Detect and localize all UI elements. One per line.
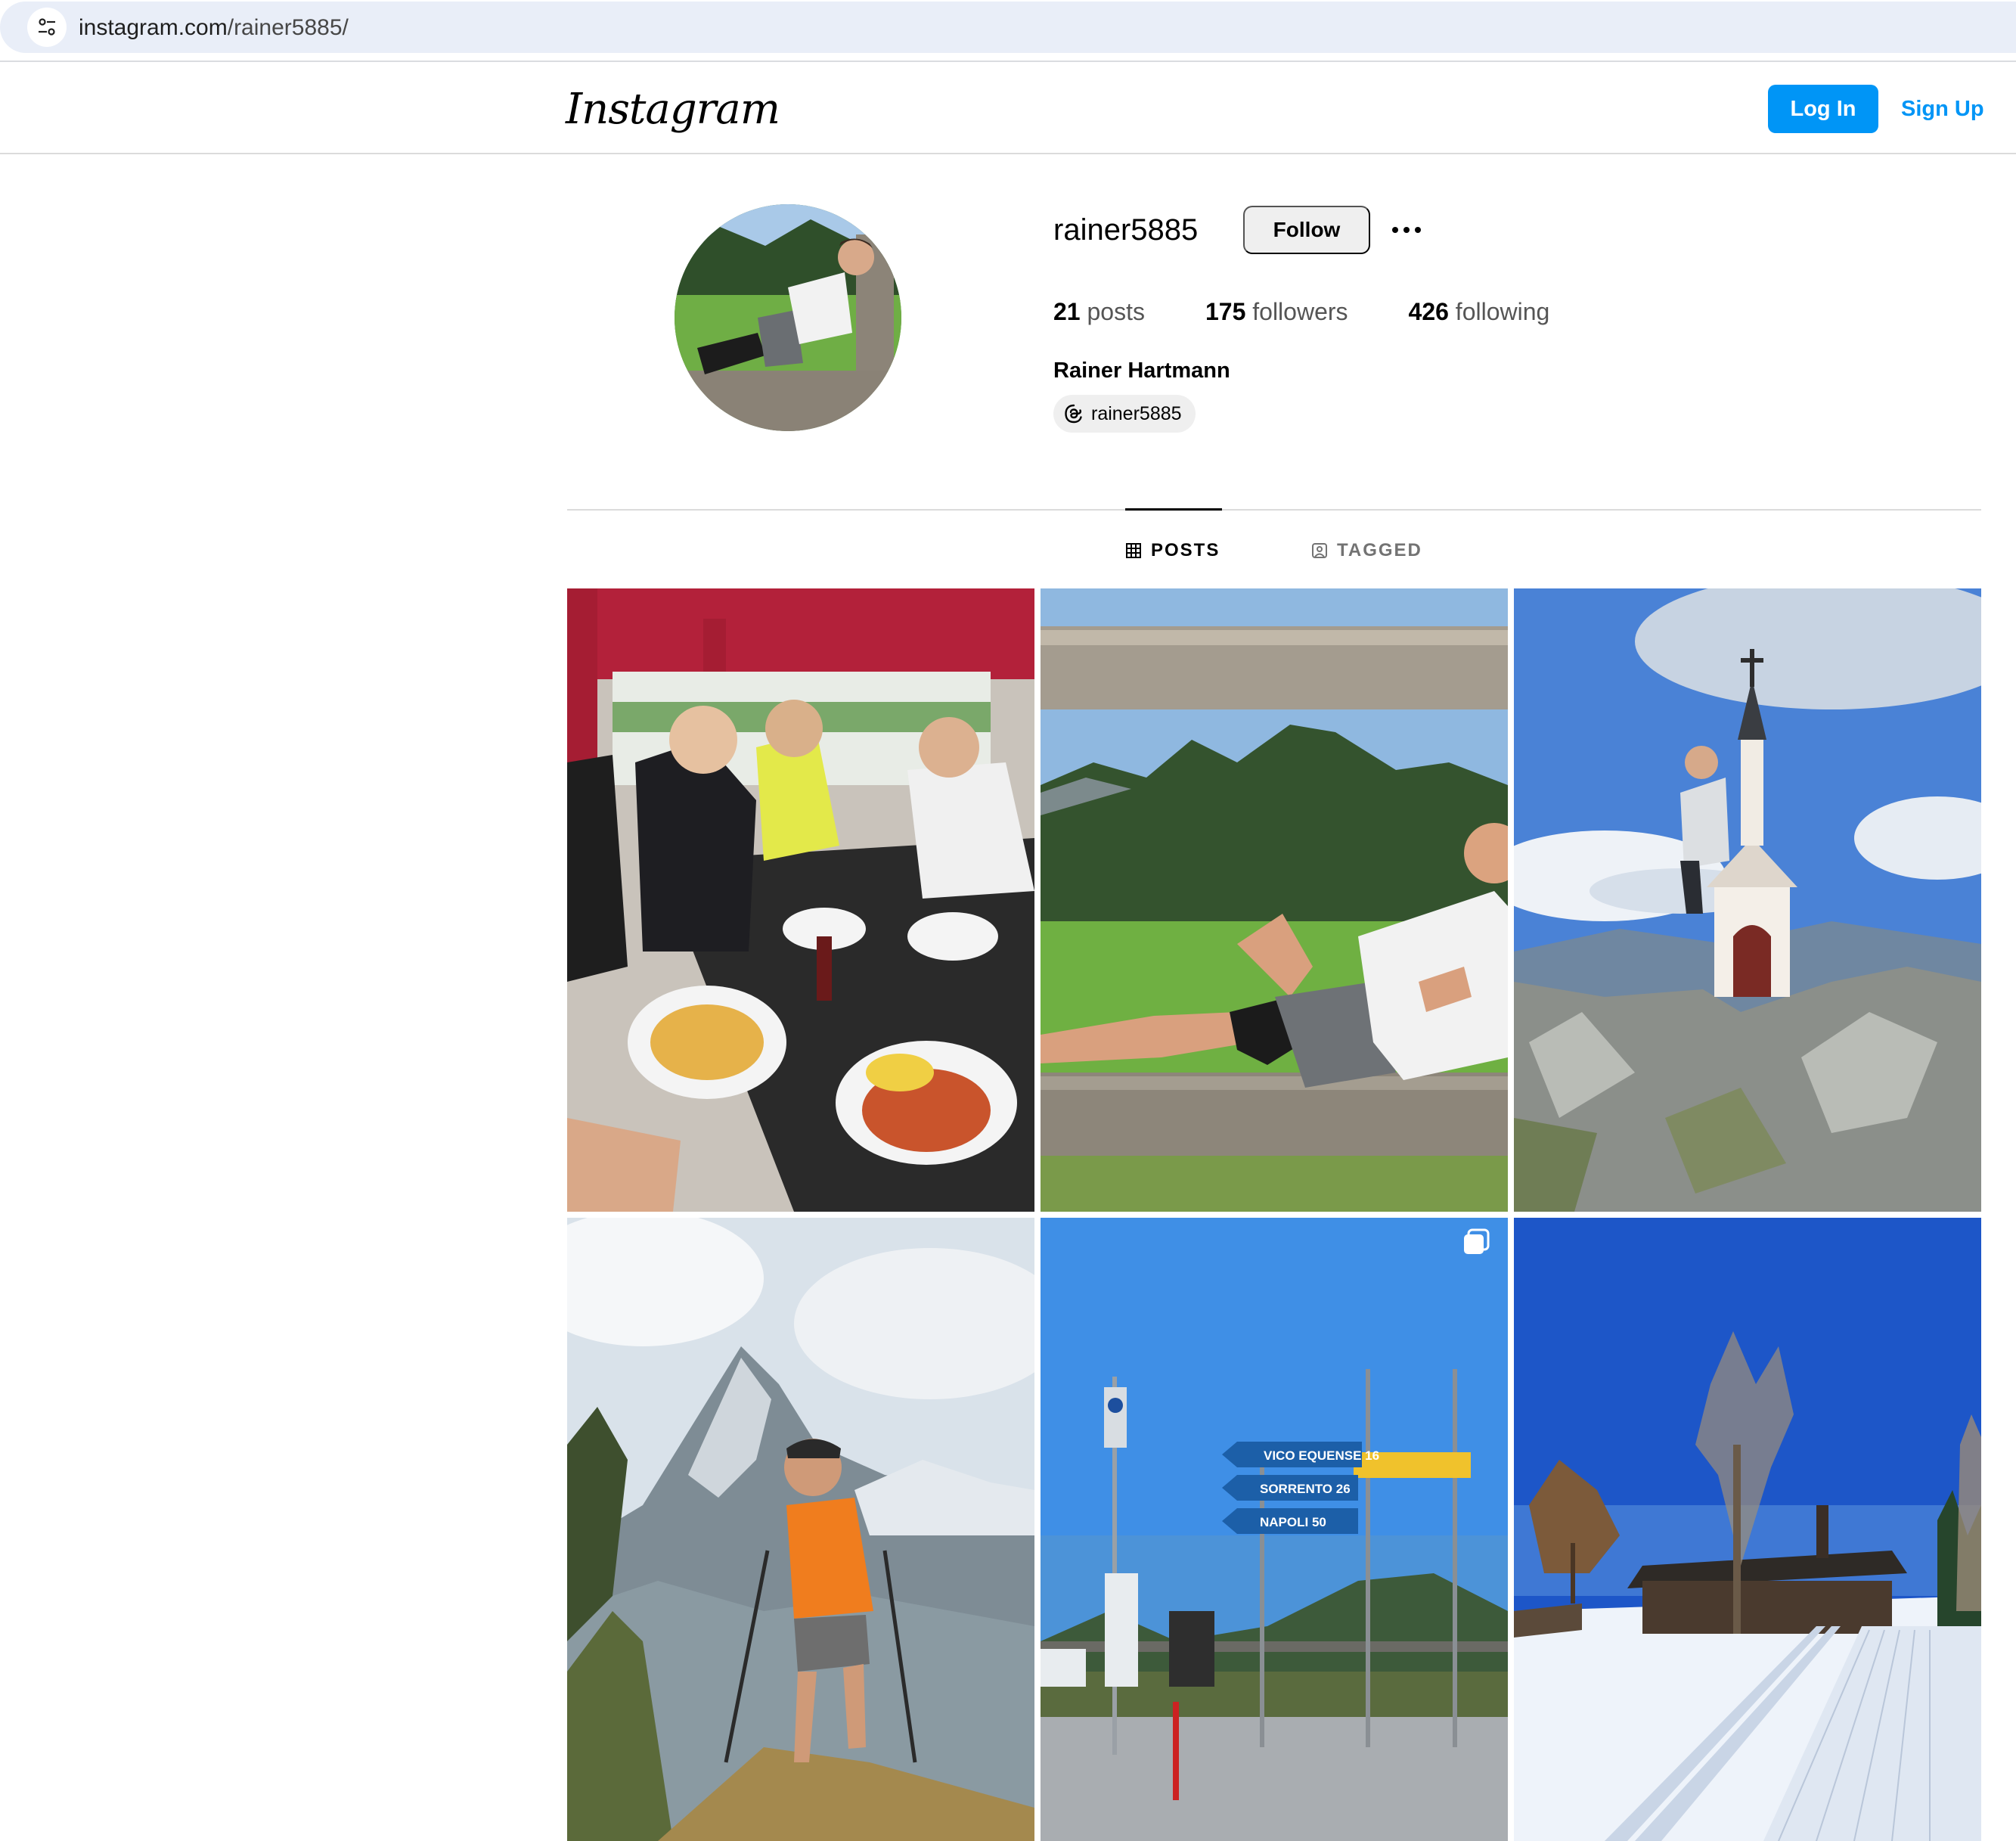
- followers-stat[interactable]: 175 followers: [1205, 295, 1348, 328]
- profile-username: rainer5885: [1053, 213, 1199, 247]
- following-stat[interactable]: 426 following: [1409, 295, 1550, 328]
- tab-tagged[interactable]: TAGGED: [1311, 536, 1422, 566]
- multiple-photos-icon: [1464, 1234, 1484, 1254]
- tab-posts-label: POSTS: [1151, 540, 1220, 560]
- threads-link[interactable]: rainer5885: [1053, 395, 1196, 433]
- profile-full-name: Rainer Hartmann: [1053, 359, 1230, 383]
- url-host: instagram.com: [79, 15, 228, 40]
- posts-count: 21: [1053, 298, 1081, 325]
- post-tile-trail-runner-matterhorn[interactable]: [567, 1218, 1034, 1841]
- follow-button[interactable]: Follow: [1243, 206, 1370, 254]
- post-tile-reclining-on-fence[interactable]: [1041, 588, 1508, 1212]
- more-horizontal-icon[interactable]: [1388, 213, 1425, 247]
- followers-label: followers: [1252, 298, 1348, 325]
- posts-label: posts: [1087, 298, 1145, 325]
- profile-stats: 21 posts 175 followers 426 following: [1053, 295, 1610, 328]
- tabs-divider: [567, 509, 1981, 511]
- posts-stat: 21 posts: [1053, 295, 1145, 328]
- post-tile-chapel-summit[interactable]: [1514, 588, 1981, 1212]
- profile-avatar[interactable]: [675, 204, 901, 431]
- instagram-logo[interactable]: Instagram: [566, 85, 780, 134]
- tune-icon[interactable]: [27, 8, 67, 47]
- sign-sorrento: SORRENTO 26: [1260, 1482, 1351, 1496]
- post-tile-group-meal[interactable]: [567, 588, 1034, 1212]
- post-tile-road-signs[interactable]: VICO EQUENSE 16 SORRENTO 26 NAPOLI 50: [1041, 1218, 1508, 1841]
- more-dot: [1392, 227, 1398, 233]
- sign-napoli: NAPOLI 50: [1260, 1515, 1326, 1529]
- tab-posts[interactable]: POSTS: [1125, 536, 1220, 566]
- following-count: 426: [1408, 298, 1449, 325]
- more-dot: [1415, 227, 1421, 233]
- post-tile-snowy-cabin[interactable]: [1514, 1218, 1981, 1841]
- threads-icon: [1065, 404, 1082, 424]
- tab-tagged-label: TAGGED: [1337, 540, 1422, 560]
- sign-up-link[interactable]: Sign Up: [1901, 85, 1984, 133]
- address-field[interactable]: instagram.com/rainer5885/: [0, 2, 2016, 53]
- active-tab-indicator: [1125, 508, 1222, 511]
- threads-handle: rainer5885: [1091, 402, 1182, 424]
- url-text[interactable]: instagram.com/rainer5885/: [79, 14, 349, 42]
- browser-url-bar: instagram.com/rainer5885/: [0, 0, 2016, 62]
- following-label: following: [1455, 298, 1550, 325]
- tagged-icon: [1312, 543, 1327, 558]
- url-path: /rainer5885/: [227, 15, 349, 40]
- log-in-button[interactable]: Log In: [1768, 85, 1878, 133]
- more-dot: [1403, 227, 1410, 233]
- grid-icon: [1126, 543, 1141, 558]
- page: instagram.com/rainer5885/ Instagram Log …: [0, 0, 2016, 1841]
- followers-count: 175: [1205, 298, 1246, 325]
- instagram-top-nav: Instagram Log In Sign Up: [0, 64, 2016, 154]
- sign-vico-equense: VICO EQUENSE 16: [1264, 1448, 1379, 1463]
